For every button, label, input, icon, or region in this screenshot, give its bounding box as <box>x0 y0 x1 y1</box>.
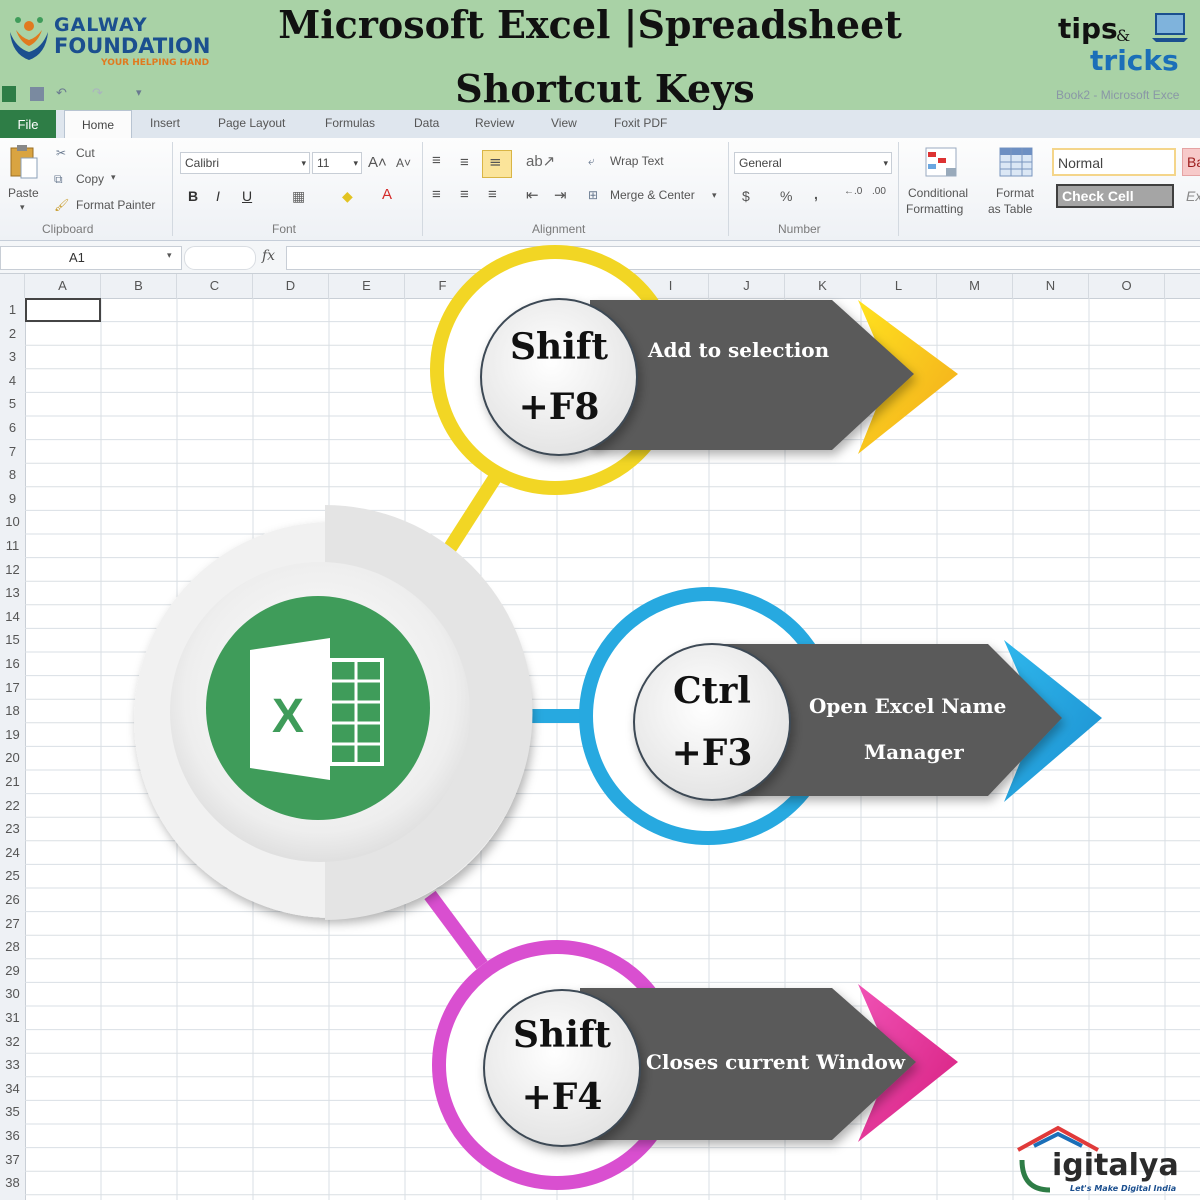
shortcut-1-description: Add to selection <box>648 338 830 362</box>
shortcut-1-key-line2: +F8 <box>518 386 600 428</box>
shortcut-1-key-line1: Shift <box>510 326 608 368</box>
shortcut-banner <box>590 300 914 450</box>
connector-pink <box>424 890 488 970</box>
digitalya-tagline: Let's Make Digital India <box>1070 1184 1177 1193</box>
shortcut-2-key-line2: +F3 <box>671 732 753 774</box>
digitalya-wordmark: igitalya <box>1052 1148 1179 1183</box>
shortcut-3-key-line2: +F4 <box>521 1076 603 1118</box>
excel-hub <box>134 505 533 920</box>
excel-logo-letter: X <box>272 690 304 743</box>
shortcut-2-description-line2: Manager <box>864 740 964 764</box>
connector-yellow <box>444 466 506 552</box>
shortcut-2-description-line1: Open Excel Name <box>809 694 1007 718</box>
shortcut-3-description: Closes current Window <box>646 1050 906 1074</box>
shortcut-2-key-line1: Ctrl <box>673 670 751 712</box>
shortcut-3-key-line1: Shift <box>513 1014 611 1056</box>
